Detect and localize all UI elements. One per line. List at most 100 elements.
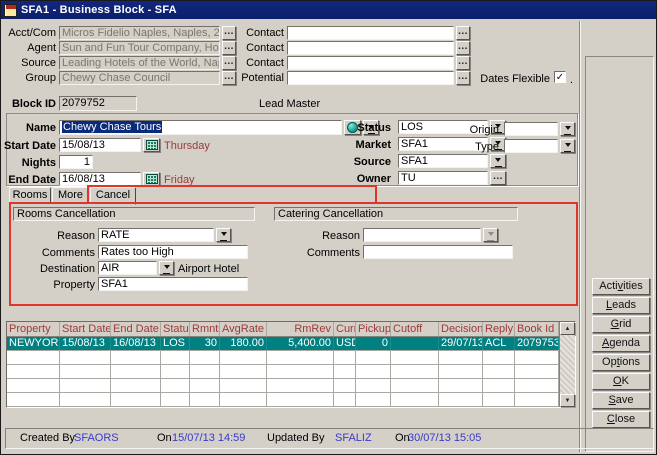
contact1-label: Contact: [184, 27, 284, 40]
grid-row[interactable]: [7, 379, 559, 393]
options-button[interactable]: Options: [592, 354, 650, 371]
start-date-field[interactable]: 15/08/13: [59, 138, 141, 152]
dropdown-icon: [221, 232, 227, 239]
start-date-label: Start Date: [1, 140, 56, 153]
end-date-calendar-button[interactable]: [143, 172, 160, 186]
dropdown-icon: [488, 232, 494, 239]
rooms-reason-field[interactable]: RATE: [98, 228, 214, 242]
grid-cell: [267, 351, 334, 364]
grid-cell: 5,400.00: [267, 337, 334, 350]
calendar-icon: [146, 174, 158, 184]
grid-header-status: Status: [161, 322, 190, 336]
tab-more[interactable]: More: [52, 187, 89, 204]
created-by-value: SFAORS: [74, 432, 119, 445]
grid-row[interactable]: [7, 365, 559, 379]
potential-field[interactable]: [287, 71, 454, 85]
agenda-button[interactable]: Agenda: [592, 335, 650, 352]
contact3-lov-button[interactable]: ...: [456, 56, 470, 70]
grid-row[interactable]: NEWYORK15/08/1316/08/13LOS30180.005,400.…: [7, 337, 559, 351]
grid-cell: [334, 351, 356, 364]
source-dropdown-button[interactable]: [490, 154, 506, 168]
tab-cancel[interactable]: Cancel: [90, 187, 136, 205]
catering-reason-field[interactable]: [363, 228, 481, 242]
owner-field[interactable]: TU: [398, 171, 488, 185]
contact1-lov-button[interactable]: ...: [456, 26, 470, 40]
grid-cell: [267, 393, 334, 406]
rooms-comments-field[interactable]: Rates too High: [98, 245, 248, 259]
end-date-field[interactable]: 16/08/13: [59, 172, 141, 186]
dropdown-icon: [495, 158, 501, 165]
grid-cell: [111, 379, 161, 392]
origin-dropdown-button[interactable]: [560, 122, 575, 136]
grid-cell: 180.00: [220, 337, 267, 350]
close-button[interactable]: Close: [592, 411, 650, 428]
updated-by-label: Updated By: [267, 432, 324, 445]
title-bar[interactable]: SFA1 - Business Block - SFA: [1, 1, 656, 19]
scroll-down-icon[interactable]: ▼: [560, 394, 575, 407]
leads-button[interactable]: Leads: [592, 297, 650, 314]
block-id-label: Block ID: [1, 98, 56, 111]
grid-cell: [220, 379, 267, 392]
grid-cell: ACL: [483, 337, 515, 350]
contact2-field[interactable]: [287, 41, 454, 55]
check-icon: ✓: [556, 72, 564, 83]
grid-button[interactable]: Grid: [592, 316, 650, 333]
grid-cell: [391, 351, 439, 364]
grid-cell: [515, 393, 559, 406]
destination-label: Destination: [1, 263, 95, 276]
grid-cell: [60, 379, 111, 392]
destination-description: Airport Hotel: [178, 263, 239, 275]
ok-button[interactable]: OK: [592, 373, 650, 390]
scrollbar-track[interactable]: [560, 335, 575, 394]
ellipsis-icon: ...: [458, 26, 468, 37]
source2-field[interactable]: SFA1: [398, 154, 488, 168]
grid-header-curr-: Curr.: [334, 322, 356, 336]
owner-lov-button[interactable]: ...: [490, 171, 506, 185]
start-date-calendar-button[interactable]: [143, 138, 160, 152]
grid-header-cutoff: Cutoff: [391, 322, 439, 336]
owner-label: Owner: [291, 173, 391, 186]
destination-field[interactable]: AIR: [98, 261, 157, 275]
contact2-lov-button[interactable]: ...: [456, 41, 470, 55]
origin-field[interactable]: [504, 122, 558, 136]
dates-flexible-suffix: .: [570, 74, 573, 86]
dropdown-icon: [565, 143, 571, 150]
grid-cell: [60, 365, 111, 378]
property-field[interactable]: SFA1: [98, 277, 248, 291]
scroll-up-icon[interactable]: ▲: [560, 322, 575, 335]
grid-row[interactable]: [7, 393, 559, 407]
save-button[interactable]: Save: [592, 392, 650, 409]
rooms-reason-dropdown-button[interactable]: [216, 228, 231, 242]
grid-cell: 0: [356, 337, 391, 350]
grid-cell: [483, 379, 515, 392]
contact3-field[interactable]: [287, 56, 454, 70]
contact1-field[interactable]: [287, 26, 454, 40]
grid-cell: [161, 365, 190, 378]
destination-dropdown-button[interactable]: [159, 261, 174, 275]
grid-cell: [334, 393, 356, 406]
end-day-text: Friday: [164, 174, 195, 187]
dates-flexible-checkbox[interactable]: ✓: [554, 71, 566, 83]
tab-rooms[interactable]: Rooms: [9, 187, 51, 204]
dropdown-bar: [564, 151, 571, 152]
dropdown-icon: [565, 126, 571, 133]
nights-field[interactable]: 1: [59, 155, 93, 169]
grid-row[interactable]: [7, 351, 559, 365]
origin-label: Origin: [399, 124, 499, 137]
market-label: Market: [291, 139, 391, 152]
catering-comments-field[interactable]: [363, 245, 513, 259]
acct-com-label: Acct/Com: [1, 27, 56, 40]
grid-cell: 30: [190, 337, 220, 350]
grid-cell: [356, 351, 391, 364]
grid-cell: [483, 393, 515, 406]
grid-cell: [190, 393, 220, 406]
grid-cell: [439, 365, 483, 378]
type-field[interactable]: [504, 139, 558, 153]
grid-cell: [356, 365, 391, 378]
activities-button[interactable]: Activities: [592, 278, 650, 295]
grid-scrollbar[interactable]: ▲ ▼: [559, 322, 575, 407]
grid-cell: [483, 351, 515, 364]
type-dropdown-button[interactable]: [560, 139, 575, 153]
ellipsis-icon: ...: [458, 41, 468, 52]
ellipsis-icon: ...: [458, 56, 468, 67]
